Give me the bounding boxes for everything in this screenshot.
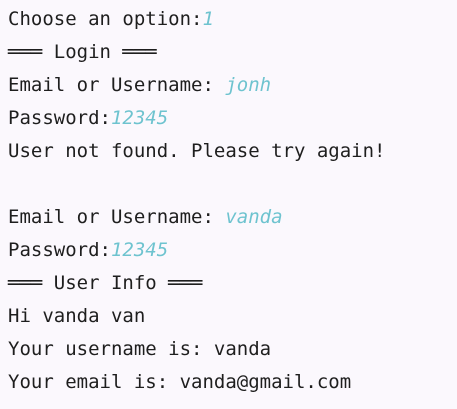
menu-prompt-line: Choose an option:1	[8, 8, 214, 30]
password-input-value: 12345	[110, 239, 169, 261]
password-prompt-label: Password:	[8, 107, 111, 129]
password-prompt-line: Password:12345	[8, 239, 168, 261]
menu-input-value: 1	[202, 8, 214, 30]
error-message: User not found. Please try again!	[8, 140, 386, 162]
menu-prompt-label: Choose an option:	[8, 8, 203, 30]
password-prompt-label: Password:	[8, 239, 111, 261]
greeting-line: Hi vanda van	[8, 305, 146, 327]
console-output: Choose an option:1 ═══ Login ═══ Email o…	[0, 0, 457, 409]
password-input-value: 12345	[110, 107, 169, 129]
username-prompt-line: Email or Username: jonh	[8, 74, 271, 96]
username-prompt-label: Email or Username:	[8, 74, 226, 96]
username-input-value: jonh	[225, 74, 272, 96]
password-prompt-line: Password:12345	[8, 107, 168, 129]
email-info-line: Your email is: vanda@gmail.com	[8, 371, 352, 393]
username-prompt-label: Email or Username:	[8, 206, 226, 228]
username-info-line: Your username is: vanda	[8, 338, 272, 360]
login-header: ═══ Login ═══	[8, 41, 157, 63]
username-prompt-line: Email or Username: vanda	[8, 206, 283, 228]
user-info-header: ═══ User Info ═══	[8, 272, 203, 294]
username-input-value: vanda	[225, 206, 283, 228]
